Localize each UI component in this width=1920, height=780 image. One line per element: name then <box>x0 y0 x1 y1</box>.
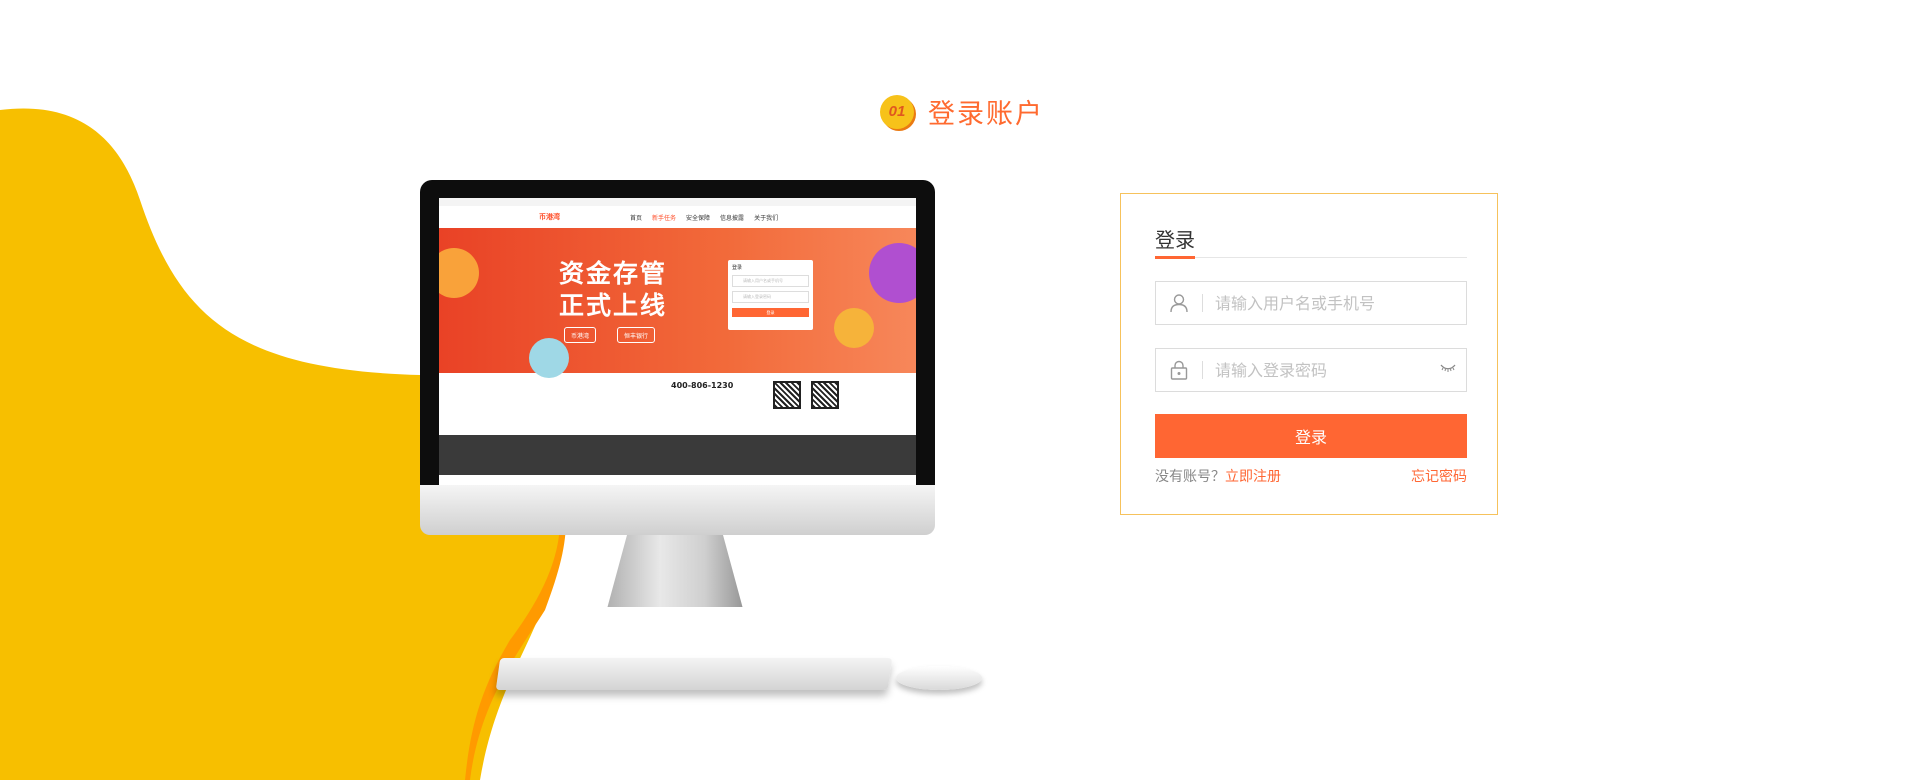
mockup-nav-item: 安全保障 <box>686 214 711 222</box>
decor-circle <box>869 243 916 303</box>
mockup-banner: 资金存管 正式上线 币港湾 恒丰银行 登录 请输入用户名或手机号 请输入登录密码… <box>439 228 916 378</box>
title-divider <box>1155 257 1467 258</box>
mockup-footer-links <box>541 381 651 435</box>
mockup-partner-2: 恒丰银行 <box>617 327 656 343</box>
mockup-footer: 400-806-1230 <box>439 373 916 435</box>
eye-closed-icon[interactable] <box>1440 361 1456 377</box>
decor-circle <box>529 338 569 378</box>
mockup-nav-item: 关于我们 <box>754 214 779 222</box>
password-input[interactable] <box>1213 359 1437 381</box>
title-underline <box>1155 256 1195 259</box>
decor-circle <box>834 308 874 348</box>
mockup-nav: 币港湾 首页 新手任务 安全保障 信息披露 关于我们 <box>439 206 916 228</box>
qr-code-icon <box>773 381 802 409</box>
mockup-phone: 400-806-1230 <box>671 381 734 390</box>
mockup-login-field: 请输入登录密码 <box>732 291 809 303</box>
username-input[interactable] <box>1213 292 1437 314</box>
monitor-screen: 币港湾 首页 新手任务 安全保障 信息披露 关于我们 资金存管 正式上线 币港湾… <box>439 198 916 485</box>
monitor-bezel: 币港湾 首页 新手任务 安全保障 信息披露 关于我们 资金存管 正式上线 币港湾… <box>420 180 935 490</box>
mockup-topbar <box>439 198 916 206</box>
mockup-login-box: 登录 请输入用户名或手机号 请输入登录密码 登录 <box>728 260 813 330</box>
no-account-text: 没有账号？ <box>1155 469 1225 485</box>
field-separator <box>1202 294 1203 312</box>
mockup-nav-item: 新手任务 <box>652 214 677 222</box>
mouse <box>896 666 982 690</box>
forgot-password-link[interactable]: 忘记密码 <box>1411 466 1467 486</box>
mockup-logo: 币港湾 <box>539 213 560 221</box>
login-panel: 登录 登录 没有账号？立即注册 忘记密码 <box>1120 193 1498 515</box>
mockup-bottom-bar <box>439 435 916 475</box>
step-header: 01 登录账户 <box>880 92 1044 131</box>
mockup-login-button: 登录 <box>732 308 809 317</box>
monitor-mockup: 币港湾 首页 新手任务 安全保障 信息披露 关于我们 资金存管 正式上线 币港湾… <box>420 180 935 535</box>
mockup-login-field: 请输入用户名或手机号 <box>732 275 809 287</box>
mockup-nav-item: 首页 <box>630 214 643 222</box>
decor-circle <box>439 248 479 298</box>
user-icon <box>1156 282 1202 324</box>
username-field[interactable] <box>1155 281 1467 325</box>
register-link[interactable]: 立即注册 <box>1225 469 1281 485</box>
login-button[interactable]: 登录 <box>1155 414 1467 458</box>
login-footer: 没有账号？立即注册 忘记密码 <box>1155 466 1467 486</box>
step-number-badge: 01 <box>880 94 914 129</box>
keyboard <box>495 658 893 690</box>
mockup-headline-2: 正式上线 <box>559 291 668 320</box>
login-title: 登录 <box>1155 228 1195 252</box>
lock-icon <box>1156 349 1202 391</box>
mockup-headline-1: 资金存管 <box>559 259 668 288</box>
field-separator <box>1202 361 1203 379</box>
password-field[interactable] <box>1155 348 1467 392</box>
step-title: 登录账户 <box>928 99 1044 130</box>
mockup-nav-item: 信息披露 <box>720 214 745 222</box>
mockup-partner-1: 币港湾 <box>564 327 597 343</box>
mockup-login-title: 登录 <box>732 265 743 271</box>
monitor-chin <box>420 485 935 535</box>
qr-code-icon <box>811 381 840 409</box>
